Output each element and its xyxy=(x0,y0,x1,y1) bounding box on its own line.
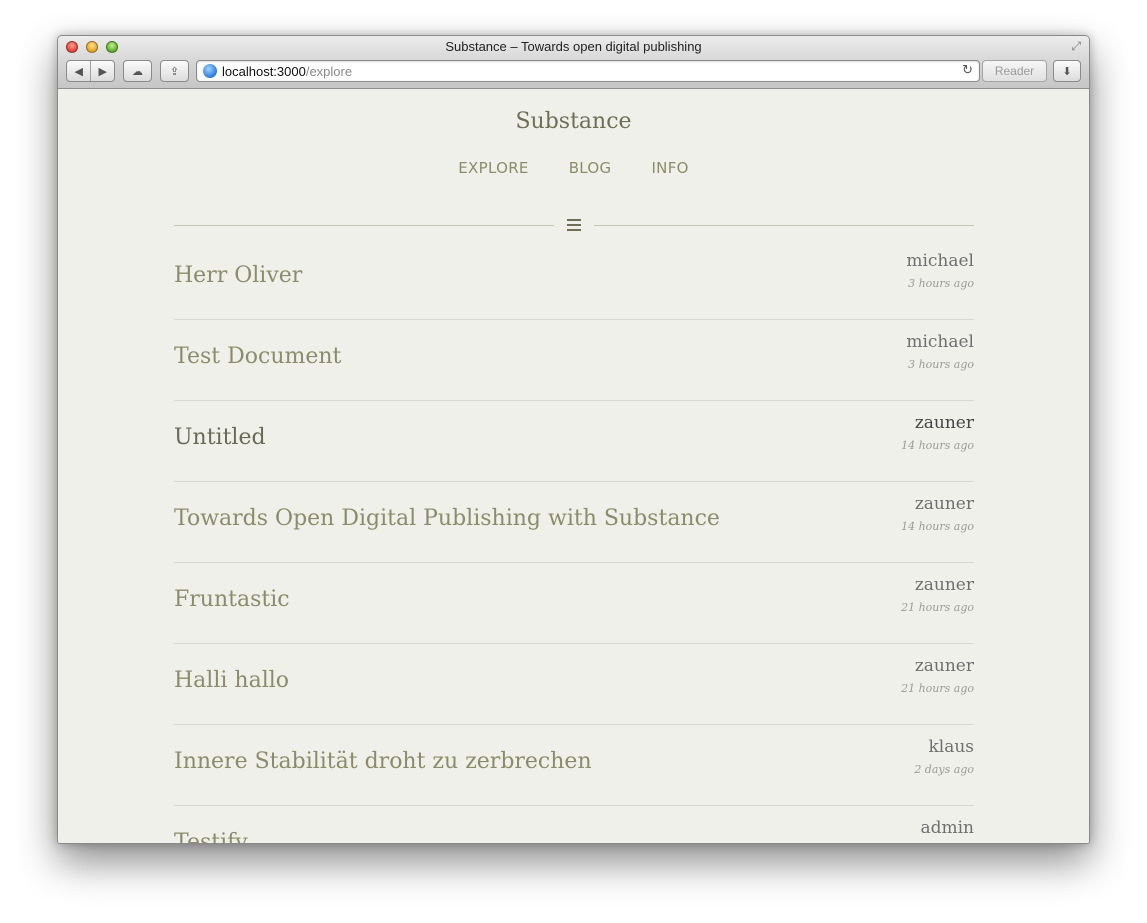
share-icon: ⇪ xyxy=(169,64,180,78)
history-nav: ◀ ▶ xyxy=(66,60,115,82)
document-time: 14 hours ago xyxy=(901,439,974,452)
download-icon: ⬇ xyxy=(1062,64,1072,78)
back-arrow-icon[interactable]: ◀ xyxy=(67,61,90,81)
document-title[interactable]: Innere Stabilität droht zu zerbrechen xyxy=(174,749,592,774)
globe-icon xyxy=(203,64,217,78)
nav-explore[interactable]: EXPLORE xyxy=(458,159,528,177)
document-time: 3 hours ago xyxy=(908,277,974,290)
list-item[interactable]: Halli hallo zauner 21 hours ago xyxy=(174,644,974,725)
document-author[interactable]: michael xyxy=(906,332,974,352)
url-text[interactable]: localhost:3000/explore xyxy=(222,64,352,79)
list-item[interactable]: Untitled zauner 14 hours ago xyxy=(174,401,974,482)
document-title[interactable]: Test Document xyxy=(174,344,341,369)
document-author[interactable]: michael xyxy=(906,251,974,271)
list-item[interactable]: Herr Oliver michael 3 hours ago xyxy=(174,239,974,320)
reader-button[interactable]: Reader xyxy=(982,60,1047,82)
document-time: 3 hours ago xyxy=(908,358,974,371)
nav-info[interactable]: INFO xyxy=(651,159,688,177)
document-author[interactable]: zauner xyxy=(915,413,974,433)
browser-window: Substance – Towards open digital publish… xyxy=(57,35,1090,844)
address-bar[interactable]: localhost:3000/explore ↻ xyxy=(196,60,980,82)
list-item[interactable]: Fruntastic zauner 21 hours ago xyxy=(174,563,974,644)
document-author[interactable]: klaus xyxy=(928,737,974,757)
reload-icon[interactable]: ↻ xyxy=(962,63,973,78)
fullscreen-icon[interactable]: ⤢ xyxy=(1071,39,1081,54)
document-title[interactable]: Towards Open Digital Publishing with Sub… xyxy=(174,506,720,531)
icloud-tabs-button[interactable]: ☁ xyxy=(123,60,152,82)
url-path: /explore xyxy=(305,64,353,79)
document-time: 2 days ago xyxy=(914,763,974,776)
forward-arrow-icon[interactable]: ▶ xyxy=(90,61,114,81)
nav-blog[interactable]: BLOG xyxy=(569,159,612,177)
downloads-button[interactable]: ⬇ xyxy=(1053,60,1081,82)
section-divider xyxy=(174,219,974,231)
page-content: Substance EXPLORE BLOG INFO Herr Oliver … xyxy=(58,89,1089,843)
list-item[interactable]: Testify admin xyxy=(174,806,974,843)
url-host: localhost:3000 xyxy=(222,64,306,79)
hamburger-menu-icon[interactable] xyxy=(567,219,581,231)
document-author[interactable]: zauner xyxy=(915,575,974,595)
document-title[interactable]: Testify xyxy=(174,830,248,843)
document-author[interactable]: zauner xyxy=(915,656,974,676)
main-nav: EXPLORE BLOG INFO xyxy=(58,159,1089,177)
title-bar: Substance – Towards open digital publish… xyxy=(58,36,1089,89)
list-item[interactable]: Towards Open Digital Publishing with Sub… xyxy=(174,482,974,563)
document-title[interactable]: Herr Oliver xyxy=(174,263,302,288)
site-brand[interactable]: Substance xyxy=(58,109,1089,134)
document-author[interactable]: admin xyxy=(920,818,974,838)
document-author[interactable]: zauner xyxy=(915,494,974,514)
document-time: 21 hours ago xyxy=(901,601,974,614)
window-title: Substance – Towards open digital publish… xyxy=(445,39,702,54)
document-list: Herr Oliver michael 3 hours ago Test Doc… xyxy=(174,239,974,843)
share-button[interactable]: ⇪ xyxy=(160,60,189,82)
list-item[interactable]: Innere Stabilität droht zu zerbrechen kl… xyxy=(174,725,974,806)
list-item[interactable]: Test Document michael 3 hours ago xyxy=(174,320,974,401)
document-time: 14 hours ago xyxy=(901,520,974,533)
cloud-icon: ☁ xyxy=(132,64,143,78)
document-title[interactable]: Halli hallo xyxy=(174,668,289,693)
document-title[interactable]: Fruntastic xyxy=(174,587,290,612)
document-time: 21 hours ago xyxy=(901,682,974,695)
document-title[interactable]: Untitled xyxy=(174,425,266,450)
